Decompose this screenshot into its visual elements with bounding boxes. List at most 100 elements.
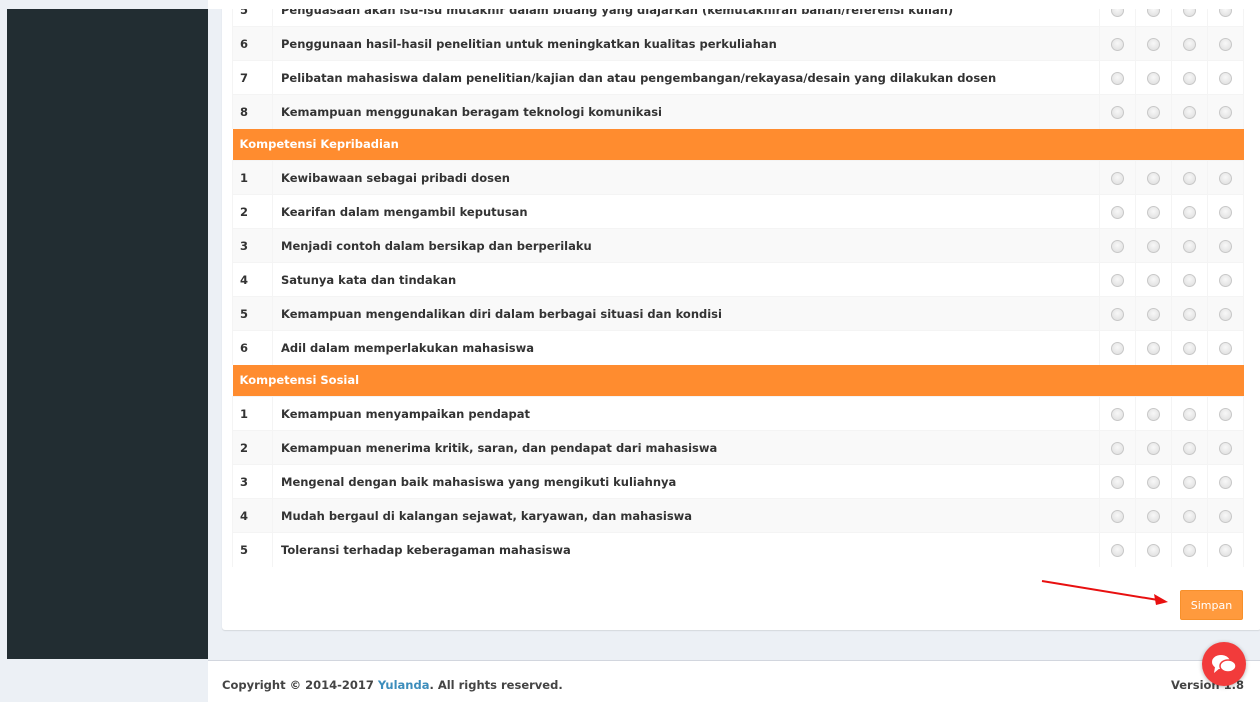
rating-radio-3[interactable]	[1183, 205, 1196, 219]
rating-radio-4[interactable]	[1219, 341, 1232, 355]
copyright-text: Copyright © 2014-2017 Yulanda. All right…	[222, 678, 563, 692]
rating-cell	[1207, 262, 1244, 297]
rating-radio-4[interactable]	[1219, 205, 1232, 219]
rating-radio-3[interactable]	[1183, 273, 1196, 287]
rating-radio-4[interactable]	[1219, 407, 1232, 421]
rating-radio-2[interactable]	[1147, 441, 1160, 455]
rating-radio-1[interactable]	[1111, 171, 1124, 185]
sidebar	[7, 9, 208, 659]
brand-link[interactable]: Yulanda	[378, 678, 430, 692]
save-button[interactable]: Simpan	[1180, 590, 1243, 620]
rating-radio-4[interactable]	[1219, 71, 1232, 85]
rating-radio-1[interactable]	[1111, 475, 1124, 489]
rating-cell	[1135, 396, 1172, 431]
rating-radio-4[interactable]	[1219, 273, 1232, 287]
rating-radio-1[interactable]	[1111, 205, 1124, 219]
rating-radio-2[interactable]	[1147, 475, 1160, 489]
rating-radio-1[interactable]	[1111, 37, 1124, 51]
rating-cell	[1099, 94, 1136, 129]
rating-radio-3[interactable]	[1183, 543, 1196, 557]
rating-radio-1[interactable]	[1111, 307, 1124, 321]
rating-cell	[1135, 160, 1172, 195]
table-row: 5 Toleransi terhadap keberagaman mahasisw…	[232, 532, 1244, 567]
rating-cell	[1207, 464, 1244, 499]
rating-radio-3[interactable]	[1183, 441, 1196, 455]
rating-radio-2[interactable]	[1147, 273, 1160, 287]
rating-cell	[1171, 228, 1208, 263]
rating-radio-3[interactable]	[1183, 475, 1196, 489]
rating-cell	[1207, 296, 1244, 331]
row-statement: Mengenal dengan baik mahasiswa yang meng…	[272, 464, 1100, 499]
rating-cell	[1171, 60, 1208, 95]
rating-radio-3[interactable]	[1183, 71, 1196, 85]
rating-radio-1[interactable]	[1111, 71, 1124, 85]
rating-radio-3[interactable]	[1183, 105, 1196, 119]
rating-radio-2[interactable]	[1147, 171, 1160, 185]
rating-radio-3[interactable]	[1183, 509, 1196, 523]
row-statement: Kemampuan menggunakan beragam teknologi …	[272, 94, 1100, 129]
rating-radio-4[interactable]	[1219, 441, 1232, 455]
table-row: 4 Satunya kata dan tindakan	[232, 262, 1244, 297]
rating-radio-2[interactable]	[1147, 407, 1160, 421]
table-row: 4 Mudah bergaul di kalangan sejawat, kary…	[232, 498, 1244, 533]
table-row: 5 Kemampuan mengendalikan diri dalam berb…	[232, 296, 1244, 331]
rating-cell	[1099, 194, 1136, 229]
section-title: Kompetensi Kepribadian	[232, 128, 1244, 161]
red-arrow-annotation-icon	[1041, 580, 1168, 605]
rating-radio-2[interactable]	[1147, 509, 1160, 523]
rating-radio-3[interactable]	[1183, 239, 1196, 253]
rating-cell	[1135, 94, 1172, 129]
rating-radio-1[interactable]	[1111, 407, 1124, 421]
rating-radio-4[interactable]	[1219, 543, 1232, 557]
rating-cell	[1171, 498, 1208, 533]
rating-cell	[1135, 430, 1172, 465]
rating-cell	[1135, 532, 1172, 567]
rating-cell	[1207, 396, 1244, 431]
rating-radio-3[interactable]	[1183, 37, 1196, 51]
rating-cell	[1171, 330, 1208, 365]
rating-radio-2[interactable]	[1147, 71, 1160, 85]
rating-radio-2[interactable]	[1147, 105, 1160, 119]
rating-radio-3[interactable]	[1183, 341, 1196, 355]
rating-cell	[1207, 60, 1244, 95]
table-row: 1 Kewibawaan sebagai pribadi dosen	[232, 160, 1244, 195]
chat-bubbles-icon[interactable]	[1202, 642, 1246, 686]
row-number: 1	[232, 396, 273, 431]
rating-cell	[1207, 228, 1244, 263]
rating-radio-3[interactable]	[1183, 307, 1196, 321]
questionnaire-box: 5 Penguasaan akan isu-isu mutakhir dalam …	[222, 0, 1260, 630]
rating-cell	[1207, 26, 1244, 61]
table-row: 1 Kemampuan menyampaikan pendapat	[232, 396, 1244, 431]
rating-radio-2[interactable]	[1147, 341, 1160, 355]
row-number: 6	[232, 26, 273, 61]
rating-radio-4[interactable]	[1219, 475, 1232, 489]
rating-cell	[1207, 532, 1244, 567]
rating-radio-2[interactable]	[1147, 543, 1160, 557]
rating-cell	[1099, 228, 1136, 263]
rating-radio-3[interactable]	[1183, 171, 1196, 185]
row-statement: Kemampuan mengendalikan diri dalam berba…	[272, 296, 1100, 331]
rating-cell	[1171, 430, 1208, 465]
rating-radio-1[interactable]	[1111, 543, 1124, 557]
rating-radio-2[interactable]	[1147, 37, 1160, 51]
rating-radio-1[interactable]	[1111, 105, 1124, 119]
rating-radio-2[interactable]	[1147, 307, 1160, 321]
rating-radio-2[interactable]	[1147, 239, 1160, 253]
row-statement: Kewibawaan sebagai pribadi dosen	[272, 160, 1100, 195]
rating-radio-4[interactable]	[1219, 171, 1232, 185]
rating-radio-4[interactable]	[1219, 37, 1232, 51]
rating-radio-2[interactable]	[1147, 205, 1160, 219]
rating-radio-1[interactable]	[1111, 341, 1124, 355]
rating-radio-4[interactable]	[1219, 105, 1232, 119]
rating-radio-4[interactable]	[1219, 509, 1232, 523]
rating-radio-1[interactable]	[1111, 273, 1124, 287]
rating-radio-4[interactable]	[1219, 239, 1232, 253]
row-statement: Pelibatan mahasiswa dalam penelitian/kaj…	[272, 60, 1100, 95]
rating-radio-1[interactable]	[1111, 441, 1124, 455]
rating-radio-3[interactable]	[1183, 407, 1196, 421]
row-statement: Kearifan dalam mengambil keputusan	[272, 194, 1100, 229]
rating-radio-4[interactable]	[1219, 307, 1232, 321]
rating-radio-1[interactable]	[1111, 239, 1124, 253]
rating-cell	[1171, 194, 1208, 229]
rating-radio-1[interactable]	[1111, 509, 1124, 523]
